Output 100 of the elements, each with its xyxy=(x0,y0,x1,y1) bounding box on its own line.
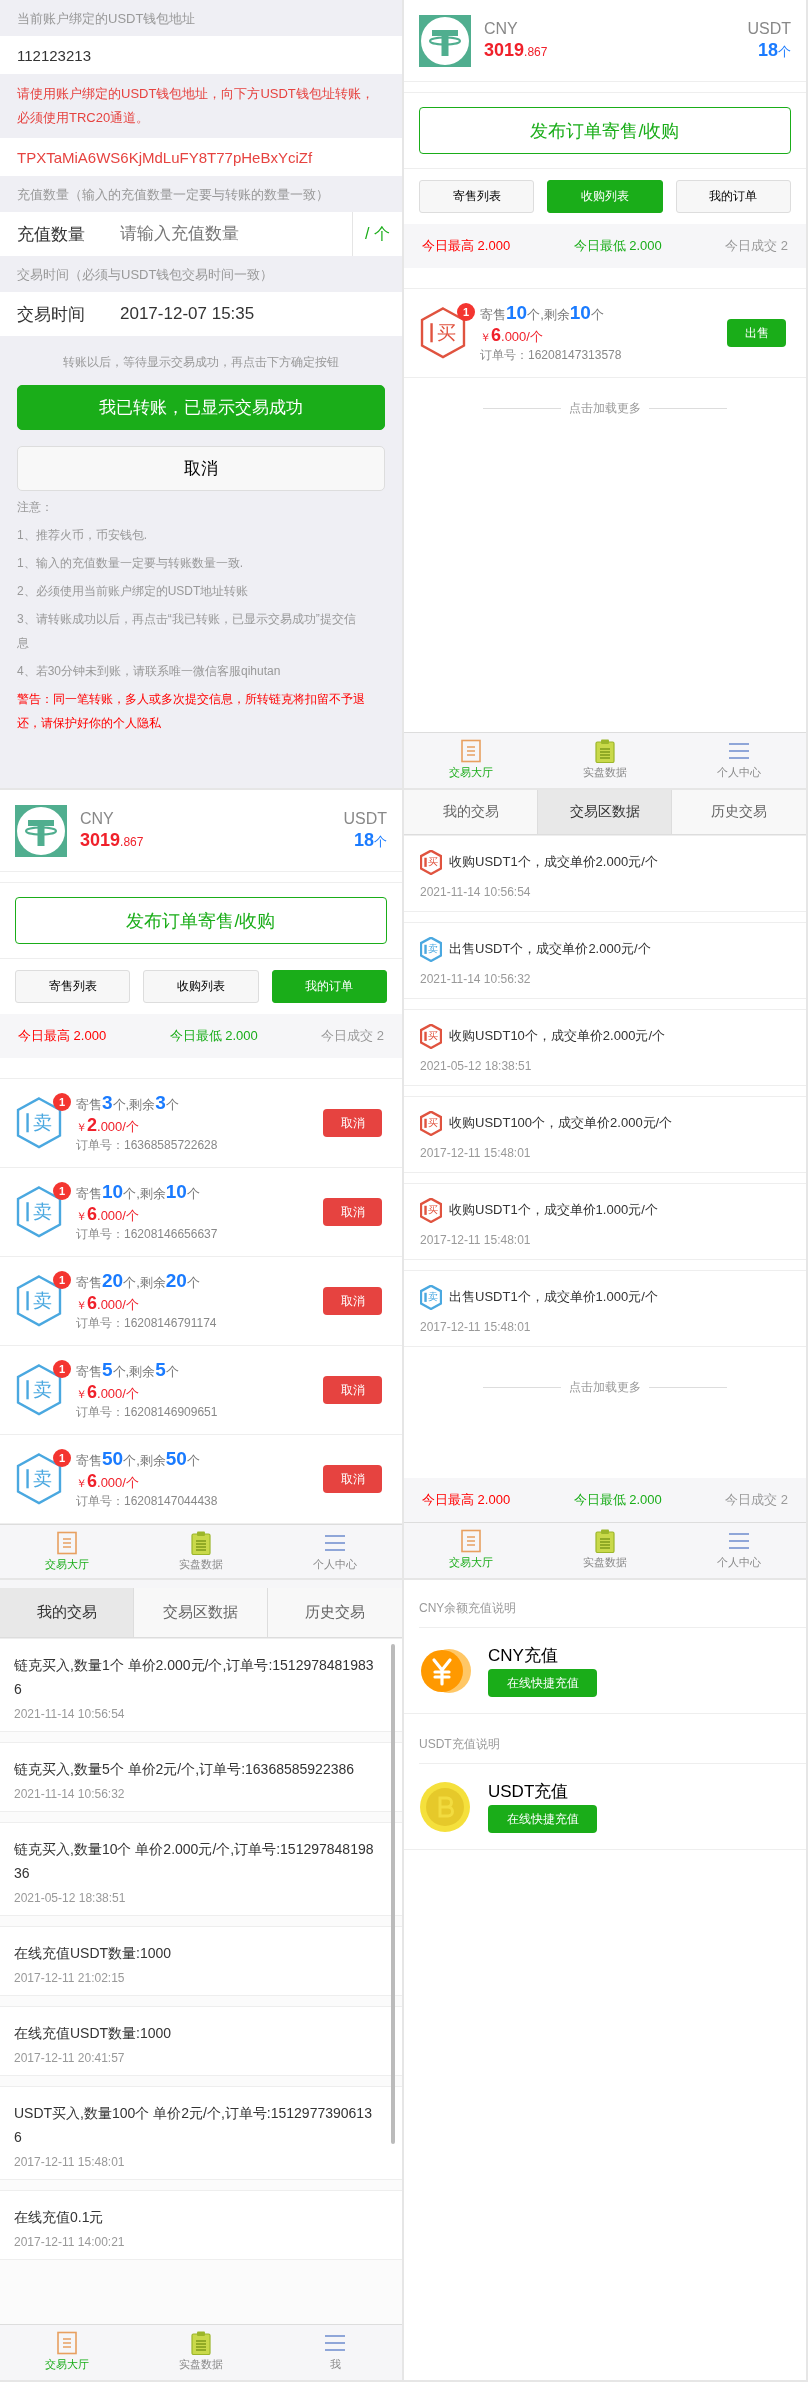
note-text: 1、输入的充值数量一定要与转账数量一致. xyxy=(17,555,244,572)
cny-balance: 3019.867 xyxy=(80,830,144,851)
warning-text: 警告：同一笔转账，多人或多次提交信息，所转链克将扣留不予退还，请保护好你的个人隐私 xyxy=(17,691,366,732)
count-badge: 1 xyxy=(53,1182,71,1201)
record-time: 2017-12-11 14:00:21 xyxy=(14,2235,126,2249)
currency-label: CNY xyxy=(484,20,518,38)
trade-text: 收购USDT1个，成交单价1.000元/个 xyxy=(449,1201,658,1220)
tether-logo-icon xyxy=(15,804,67,857)
record-time: 2017-12-11 15:48:01 xyxy=(14,2155,126,2169)
recharge-title: CNY充值 xyxy=(488,1645,558,1667)
cancel-button[interactable]: 取消 xyxy=(323,1376,382,1404)
order-quantity: 寄售20个,剩余20个 xyxy=(76,1270,201,1292)
order-quantity: 寄售3个,剩余3个 xyxy=(76,1092,180,1114)
order-price: ￥6.000/个 xyxy=(76,1293,140,1314)
trade-text: 收购USDT10个，成交单价2.000元/个 xyxy=(449,1027,665,1046)
stat-text: 今日成交 2 xyxy=(725,1491,788,1509)
trade-type-label: 卖 xyxy=(426,942,439,957)
trade-time: 2021-05-12 18:38:51 xyxy=(420,1058,533,1073)
nav-item[interactable]: 交易大厅 xyxy=(449,765,493,779)
cancel-button[interactable]: 取消 xyxy=(323,1465,382,1493)
cancel-button[interactable]: 取消 xyxy=(17,446,385,491)
currency-label: USDT xyxy=(343,810,387,828)
clipboard-icon xyxy=(190,2331,212,2355)
tab[interactable]: 我的交易 xyxy=(0,1588,134,1637)
record-time: 2017-12-11 20:41:57 xyxy=(14,2051,126,2065)
document-icon xyxy=(460,739,482,763)
order-price: ￥6.000/个 xyxy=(76,1382,140,1403)
stat-text: 今日最低 2.000 xyxy=(573,1491,662,1509)
trade-text: 收购USDT1个，成交单价2.000元/个 xyxy=(449,853,658,872)
trade-time: 2021-11-14 10:56:32 xyxy=(420,971,532,986)
cancel-button[interactable]: 取消 xyxy=(323,1198,382,1226)
unit-label: / 个 xyxy=(365,223,390,244)
wallet-address: 112123213 xyxy=(0,36,402,74)
section-label: 当前账户绑定的USDT钱包地址 xyxy=(16,10,197,28)
coin-icon xyxy=(419,1780,471,1833)
nav-item[interactable]: 交易大厅 xyxy=(45,1557,89,1571)
trade-type-label: 买 xyxy=(426,1116,439,1131)
nav-item[interactable]: 个人中心 xyxy=(717,765,761,779)
nav-item[interactable]: 实盘数据 xyxy=(179,1557,223,1571)
order-number: 订单号：16208147313578 xyxy=(480,347,623,364)
list-tab[interactable]: 我的订单 xyxy=(271,970,387,1003)
cancel-button[interactable]: 取消 xyxy=(323,1287,382,1315)
list-tab[interactable]: 收购列表 xyxy=(547,180,663,213)
order-quantity: 寄售50个,剩余50个 xyxy=(76,1448,201,1470)
nav-item[interactable]: 我 xyxy=(329,2357,341,2371)
trade-type-label: 买 xyxy=(426,855,439,870)
nav-item[interactable]: 实盘数据 xyxy=(583,1555,627,1569)
cancel-button[interactable]: 取消 xyxy=(323,1109,382,1137)
hint-text: 转账以后，等待显示交易成功，再点击下方确定按钮 xyxy=(62,354,340,371)
order-number: 订单号：16208146791174 xyxy=(76,1315,218,1332)
stat-text: 今日最低 2.000 xyxy=(169,1027,258,1045)
nav-item[interactable]: 交易大厅 xyxy=(449,1555,493,1569)
load-more-link[interactable]: 点击加载更多 xyxy=(569,400,641,417)
list-tab[interactable]: 我的订单 xyxy=(675,180,791,213)
order-price: ￥6.000/个 xyxy=(76,1204,140,1225)
quick-recharge-button[interactable]: 在线快捷充值 xyxy=(488,1669,597,1697)
amount-field[interactable]: 充值数量 请输入充值数量 / 个 xyxy=(0,212,402,256)
clipboard-icon xyxy=(594,1529,616,1553)
order-quantity: 寄售10个,剩余10个 xyxy=(76,1181,201,1203)
list-tab[interactable]: 收购列表 xyxy=(143,970,259,1003)
field-label: 交易时间 xyxy=(17,303,86,326)
record-text: 在线充值USDT数量:1000 xyxy=(14,2024,173,2043)
order-number: 订单号：16368585722628 xyxy=(76,1137,219,1154)
nav-item[interactable]: 个人中心 xyxy=(313,1557,357,1571)
order-quantity: 寄售5个,剩余5个 xyxy=(76,1359,180,1381)
trade-time: 2017-12-11 15:48:01 xyxy=(420,1145,532,1160)
trade-type-label: 卖 xyxy=(426,1290,439,1305)
note-text: 2、必须使用当前账户绑定的USDT地址转账 xyxy=(17,583,250,600)
tab[interactable]: 交易区数据 xyxy=(538,790,672,834)
stat-text: 今日最高 2.000 xyxy=(422,1491,511,1509)
trade-time: 2017-12-11 15:48:01 xyxy=(420,1232,532,1247)
document-icon xyxy=(56,2331,78,2355)
order-price: ￥6.000/个 xyxy=(76,1471,140,1492)
confirm-button[interactable]: 我已转账，已显示交易成功 xyxy=(17,385,385,430)
currency-label: CNY xyxy=(80,810,114,828)
scrollbar[interactable] xyxy=(391,1644,395,2144)
load-more-link[interactable]: 点击加载更多 xyxy=(569,1379,641,1396)
quick-recharge-button[interactable]: 在线快捷充值 xyxy=(488,1805,597,1833)
record-text: 在线充值USDT数量:1000 xyxy=(14,1944,173,1963)
time-value[interactable]: 2017-12-07 15:35 xyxy=(120,304,255,324)
nav-item[interactable]: 交易大厅 xyxy=(45,2357,89,2371)
list-tab[interactable]: 寄售列表 xyxy=(15,970,131,1003)
count-badge: 1 xyxy=(53,1093,71,1112)
notes-title: 注意： xyxy=(17,499,54,516)
record-text: USDT买入,数量100个 单价2元/个,订单号:15129773906136 xyxy=(14,2104,373,2147)
sell-button[interactable]: 出售 xyxy=(727,319,786,347)
usdt-balance: 18个 xyxy=(353,830,387,851)
publish-order-button[interactable]: 发布订单寄售/收购 xyxy=(419,107,791,154)
list-tab[interactable]: 寄售列表 xyxy=(419,180,535,213)
order-quantity: 寄售10个,剩余10个 xyxy=(480,302,605,324)
trade-time: 2021-11-14 10:56:54 xyxy=(420,884,532,899)
currency-label: USDT xyxy=(747,20,791,38)
nav-item[interactable]: 实盘数据 xyxy=(179,2357,223,2371)
usdt-balance: 18个 xyxy=(757,40,791,61)
record-text: 链克买入,数量5个 单价2元/个,订单号:16368585922386 xyxy=(14,1760,356,1779)
publish-order-button[interactable]: 发布订单寄售/收购 xyxy=(15,897,387,944)
nav-item[interactable]: 个人中心 xyxy=(717,1555,761,1569)
document-icon xyxy=(460,1529,482,1553)
trade-time: 2017-12-11 15:48:01 xyxy=(420,1319,532,1334)
nav-item[interactable]: 实盘数据 xyxy=(583,765,627,779)
